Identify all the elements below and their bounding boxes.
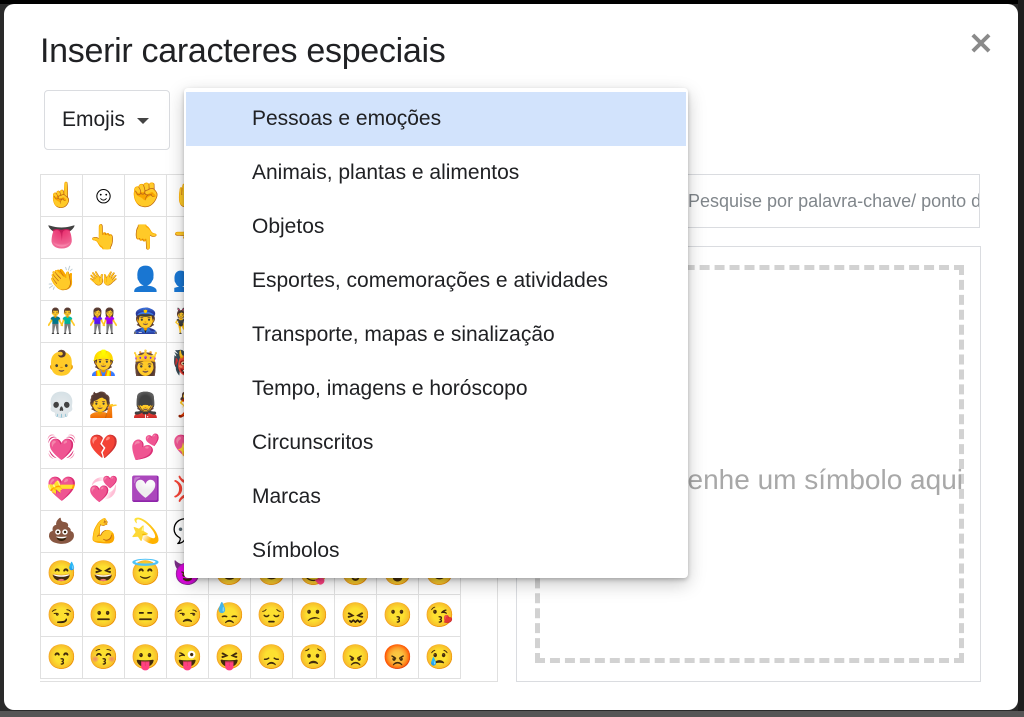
emoji-cell[interactable]: 👮 [125,301,167,343]
special-characters-dialog: Inserir caracteres especiais ✕ Emojis ☝ ☺… [4,4,1018,710]
emoji-cell[interactable]: 👬 [41,301,83,343]
emoji-cell[interactable]: 💂 [125,385,167,427]
category-select[interactable]: Emojis [44,90,170,150]
emoji-cell[interactable]: 😖 [335,595,377,637]
emoji-cell[interactable]: 👭 [83,301,125,343]
emoji-cell[interactable]: 😗 [377,595,419,637]
emoji-cell[interactable]: 😕 [293,595,335,637]
emoji-cell[interactable]: 😓 [209,595,251,637]
emoji-cell[interactable]: 💞 [83,469,125,511]
emoji-cell[interactable]: 😐 [83,595,125,637]
emoji-cell[interactable]: 💁 [83,385,125,427]
category-select-value: Emojis [62,108,126,131]
emoji-cell[interactable]: 😞 [251,637,293,679]
category-option[interactable]: Animais, plantas e alimentos [186,146,686,200]
category-option[interactable]: Esportes, comemorações e atividades [186,254,686,308]
emoji-cell[interactable]: 👅 [41,217,83,259]
emoji-cell[interactable]: 💔 [83,427,125,469]
caret-down-icon [137,118,150,124]
emoji-cell[interactable]: 👇 [125,217,167,259]
emoji-cell[interactable]: 😘 [419,595,461,637]
emoji-cell[interactable]: ☝ [41,175,83,217]
emoji-cell[interactable]: 😚 [83,637,125,679]
emoji-cell[interactable]: 👏 [41,259,83,301]
emoji-cell[interactable]: 😜 [167,637,209,679]
emoji-cell[interactable]: 👐 [83,259,125,301]
emoji-cell[interactable]: 👷 [83,343,125,385]
category-option[interactable]: Objetos [186,200,686,254]
emoji-cell[interactable]: 😑 [125,595,167,637]
emoji-cell[interactable]: 😢 [419,637,461,679]
emoji-cell[interactable]: 😝 [209,637,251,679]
grid-border-bottom [40,681,498,682]
emoji-cell[interactable]: 😠 [335,637,377,679]
emoji-cell[interactable]: 😒 [167,595,209,637]
category-option[interactable]: Símbolos [186,524,686,578]
emoji-cell[interactable]: 😆 [83,553,125,595]
backdrop-right-edge [1018,0,1024,717]
emoji-cell[interactable]: 💪 [83,511,125,553]
emoji-cell[interactable]: 💕 [125,427,167,469]
emoji-cell[interactable]: 👤 [125,259,167,301]
category-option[interactable]: Marcas [186,470,686,524]
emoji-cell[interactable]: 💫 [125,511,167,553]
emoji-cell[interactable]: 😏 [41,595,83,637]
emoji-cell[interactable]: 💓 [41,427,83,469]
category-option[interactable]: Tempo, imagens e horóscopo [186,362,686,416]
emoji-cell[interactable]: 👆 [83,217,125,259]
dialog-title: Inserir caracteres especiais [40,32,446,70]
category-dropdown-menu: Pessoas e emoções Animais, plantas e alim… [184,88,688,578]
backdrop-bottom-edge [0,711,1024,717]
category-option[interactable]: Circunscritos [186,416,686,470]
emoji-cell[interactable]: 😙 [41,637,83,679]
emoji-cell[interactable]: 💀 [41,385,83,427]
emoji-cell[interactable]: ✊ [125,175,167,217]
category-option[interactable]: Pessoas e emoções [186,92,686,146]
category-option[interactable]: Transporte, mapas e sinalização [186,308,686,362]
emoji-cell[interactable]: 💟 [125,469,167,511]
emoji-cell[interactable]: 👸 [125,343,167,385]
emoji-cell[interactable]: 💝 [41,469,83,511]
emoji-cell[interactable]: 😇 [125,553,167,595]
emoji-cell[interactable]: 😔 [251,595,293,637]
emoji-cell[interactable]: 😛 [125,637,167,679]
emoji-cell[interactable]: 👶 [41,343,83,385]
close-icon[interactable]: ✕ [964,28,998,62]
emoji-cell[interactable]: 💩 [41,511,83,553]
emoji-cell[interactable]: ☺ [83,175,125,217]
emoji-cell[interactable]: 😡 [377,637,419,679]
emoji-cell[interactable]: 😟 [293,637,335,679]
emoji-cell[interactable]: 😅 [41,553,83,595]
search-input[interactable] [684,174,980,228]
